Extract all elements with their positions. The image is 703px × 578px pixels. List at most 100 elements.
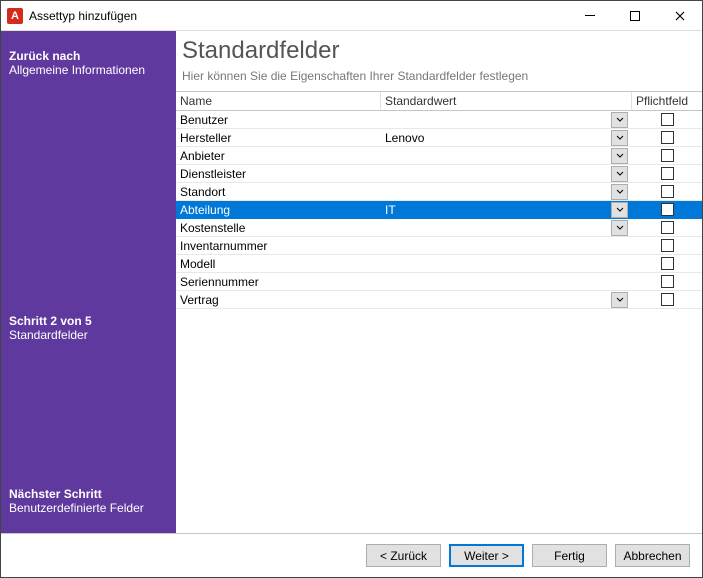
field-default-value[interactable] xyxy=(381,255,632,273)
field-default-value[interactable] xyxy=(381,165,632,183)
nav-next-title: Nächster Schritt xyxy=(9,487,168,501)
wizard-sidebar: Zurück nach Allgemeine Informationen Sch… xyxy=(1,31,176,533)
field-name: Anbieter xyxy=(176,147,381,165)
chevron-down-icon xyxy=(616,134,624,142)
field-name: Standort xyxy=(176,183,381,201)
chevron-down-icon xyxy=(616,224,624,232)
field-required-cell xyxy=(632,183,702,201)
field-required-cell xyxy=(632,237,702,255)
chevron-down-icon xyxy=(616,296,624,304)
col-default[interactable]: Standardwert xyxy=(381,92,632,111)
app-icon: A xyxy=(7,8,23,24)
field-required-cell xyxy=(632,273,702,291)
wizard-window: A Assettyp hinzufügen Zurück nach Allgem… xyxy=(0,0,703,578)
dropdown-button[interactable] xyxy=(611,166,628,182)
field-default-value[interactable]: Lenovo xyxy=(381,129,632,147)
nav-next-subtitle: Benutzerdefinierte Felder xyxy=(9,501,168,515)
titlebar: A Assettyp hinzufügen xyxy=(1,1,702,31)
dropdown-button[interactable] xyxy=(611,184,628,200)
required-checkbox[interactable] xyxy=(661,239,674,252)
current-step-subtitle: Standardfelder xyxy=(9,328,92,342)
field-default-value[interactable]: IT xyxy=(381,201,632,219)
table-row[interactable]: Vertrag xyxy=(176,291,702,309)
footer: < Zurück Weiter > Fertig Abbrechen xyxy=(1,533,702,577)
field-required-cell xyxy=(632,111,702,129)
field-name: Inventarnummer xyxy=(176,237,381,255)
field-name: Vertrag xyxy=(176,291,381,309)
required-checkbox[interactable] xyxy=(661,167,674,180)
field-default-value[interactable] xyxy=(381,183,632,201)
cancel-button[interactable]: Abbrechen xyxy=(615,544,690,567)
close-button[interactable] xyxy=(657,1,702,30)
table-row[interactable]: HerstellerLenovo xyxy=(176,129,702,147)
current-step-title: Schritt 2 von 5 xyxy=(9,314,92,328)
table-row[interactable]: Seriennummer xyxy=(176,273,702,291)
field-required-cell xyxy=(632,165,702,183)
field-default-value[interactable] xyxy=(381,273,632,291)
maximize-button[interactable] xyxy=(612,1,657,30)
required-checkbox[interactable] xyxy=(661,203,674,216)
required-checkbox[interactable] xyxy=(661,257,674,270)
field-default-value[interactable] xyxy=(381,111,632,129)
field-required-cell xyxy=(632,201,702,219)
maximize-icon xyxy=(630,11,640,21)
page-title: Standardfelder xyxy=(176,35,702,65)
required-checkbox[interactable] xyxy=(661,131,674,144)
field-name: Kostenstelle xyxy=(176,219,381,237)
col-name[interactable]: Name xyxy=(176,92,381,111)
next-button[interactable]: Weiter > xyxy=(449,544,524,567)
finish-button[interactable]: Fertig xyxy=(532,544,607,567)
table-row[interactable]: Anbieter xyxy=(176,147,702,165)
dropdown-button[interactable] xyxy=(611,112,628,128)
window-title: Assettyp hinzufügen xyxy=(29,9,567,23)
window-body: Zurück nach Allgemeine Informationen Sch… xyxy=(1,31,702,533)
col-required[interactable]: Pflichtfeld xyxy=(632,92,702,111)
field-default-value[interactable] xyxy=(381,219,632,237)
required-checkbox[interactable] xyxy=(661,221,674,234)
table-row[interactable]: Abteilung IT xyxy=(176,201,702,219)
required-checkbox[interactable] xyxy=(661,113,674,126)
field-required-cell xyxy=(632,219,702,237)
minimize-icon xyxy=(585,15,595,16)
nav-back-subtitle: Allgemeine Informationen xyxy=(9,63,168,77)
grid-header: Name Standardwert Pflichtfeld xyxy=(176,92,702,111)
nav-back[interactable]: Zurück nach Allgemeine Informationen xyxy=(9,49,168,77)
table-row[interactable]: Standort xyxy=(176,183,702,201)
page-subtitle: Hier können Sie die Eigenschaften Ihrer … xyxy=(176,65,702,91)
field-name: Benutzer xyxy=(176,111,381,129)
field-name: Seriennummer xyxy=(176,273,381,291)
field-required-cell xyxy=(632,129,702,147)
required-checkbox[interactable] xyxy=(661,149,674,162)
field-name: Dienstleister xyxy=(176,165,381,183)
required-checkbox[interactable] xyxy=(661,275,674,288)
dropdown-button[interactable] xyxy=(611,202,628,218)
fields-grid: Name Standardwert Pflichtfeld BenutzerHe… xyxy=(176,91,702,533)
minimize-button[interactable] xyxy=(567,1,612,30)
dropdown-button[interactable] xyxy=(611,130,628,146)
chevron-down-icon xyxy=(616,188,624,196)
table-row[interactable]: Modell xyxy=(176,255,702,273)
table-row[interactable]: Benutzer xyxy=(176,111,702,129)
field-default-value[interactable] xyxy=(381,291,632,309)
dropdown-button[interactable] xyxy=(611,220,628,236)
nav-next[interactable]: Nächster Schritt Benutzerdefinierte Feld… xyxy=(9,487,168,515)
field-default-value[interactable] xyxy=(381,237,632,255)
field-default-text: IT xyxy=(385,203,396,217)
required-checkbox[interactable] xyxy=(661,185,674,198)
nav-back-title: Zurück nach xyxy=(9,49,168,63)
field-default-value[interactable] xyxy=(381,147,632,165)
table-row[interactable]: Kostenstelle xyxy=(176,219,702,237)
main-panel: Standardfelder Hier können Sie die Eigen… xyxy=(176,31,702,533)
current-step: Schritt 2 von 5 Standardfelder xyxy=(9,314,92,342)
chevron-down-icon xyxy=(616,116,624,124)
back-button[interactable]: < Zurück xyxy=(366,544,441,567)
field-name: Hersteller xyxy=(176,129,381,147)
table-row[interactable]: Dienstleister xyxy=(176,165,702,183)
required-checkbox[interactable] xyxy=(661,293,674,306)
field-name: Abteilung xyxy=(176,201,381,219)
table-row[interactable]: Inventarnummer xyxy=(176,237,702,255)
dropdown-button[interactable] xyxy=(611,292,628,308)
close-icon xyxy=(675,11,685,21)
dropdown-button[interactable] xyxy=(611,148,628,164)
grid-body: BenutzerHerstellerLenovoAnbieterDienstle… xyxy=(176,111,702,309)
